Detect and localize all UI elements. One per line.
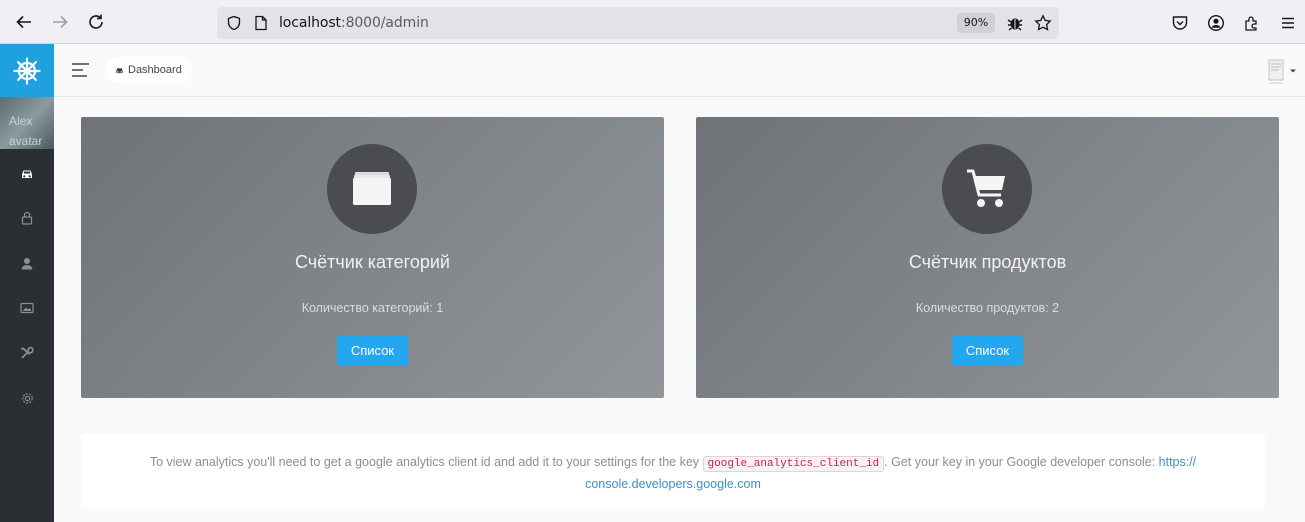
back-button[interactable] — [13, 11, 35, 33]
tools-icon — [20, 346, 34, 359]
image-icon — [20, 302, 34, 314]
settings-icon — [21, 392, 33, 404]
user-menu[interactable] — [1263, 57, 1299, 85]
extensions-icon[interactable] — [1243, 14, 1261, 32]
back-arrow-icon — [16, 15, 31, 29]
sidebar-item-users[interactable] — [17, 253, 37, 273]
sidebar-item-tools[interactable] — [17, 343, 37, 363]
user-avatar-icon — [1268, 59, 1284, 84]
lock-icon — [21, 211, 33, 225]
reload-icon — [89, 14, 103, 29]
category-counter-card: Счётчик категорий Количество категорий: … — [81, 117, 664, 398]
card-title: Счётчик продуктов — [908, 252, 1067, 272]
user-icon — [21, 257, 33, 269]
reload-button[interactable] — [85, 11, 107, 33]
sidebar-item-media[interactable] — [17, 298, 37, 318]
page-icon[interactable] — [254, 15, 268, 31]
breadcrumb-label: Dashboard — [128, 64, 182, 76]
card-description: Количество продуктов: 2 — [915, 301, 1060, 315]
sidebar-item-dashboard[interactable] — [17, 164, 37, 184]
notice-text-before: To view analytics you'll need to get a g… — [149, 455, 700, 469]
card-icon-circle — [942, 144, 1032, 234]
card-title: Счётчик категорий — [295, 252, 450, 272]
dashboard-icon — [22, 170, 32, 178]
breadcrumb[interactable]: Dashboard — [105, 57, 192, 83]
analytics-notice: To view analytics you'll need to get a g… — [81, 434, 1265, 509]
forward-arrow-icon — [53, 15, 68, 29]
card-icon-circle — [327, 144, 417, 234]
browser-toolbar: localhost:8000/admin 90% — [0, 0, 1305, 44]
url-path: :8000/admin — [340, 15, 429, 31]
url-bar[interactable]: localhost:8000/admin 90% — [217, 7, 1059, 39]
forward-button[interactable] — [49, 11, 71, 33]
hamburger-icon[interactable] — [71, 62, 91, 78]
sidebar: Alex avatar — [0, 44, 54, 522]
menu-icon[interactable] — [1279, 14, 1297, 32]
dashboard-icon — [116, 67, 123, 73]
notice-text-after: . Get your key in your Google developer … — [884, 455, 1156, 469]
bookmark-star-icon[interactable] — [1034, 14, 1052, 32]
helm-logo-icon — [13, 56, 41, 85]
shield-icon[interactable] — [226, 15, 242, 31]
account-icon[interactable] — [1207, 14, 1225, 32]
cart-icon — [967, 169, 1005, 207]
analytics-key-code: google_analytics_client_id — [702, 456, 885, 472]
sidebar-item-security[interactable] — [17, 208, 37, 228]
avatar-alt-text: Alex avatar — [9, 114, 43, 148]
pocket-icon[interactable] — [1171, 14, 1189, 32]
logo[interactable] — [0, 44, 54, 97]
folder-icon — [353, 172, 391, 205]
bug-icon[interactable] — [1006, 14, 1024, 32]
analytics-notice-text: To view analytics you'll need to get a g… — [101, 452, 1245, 494]
category-list-button[interactable]: Список — [337, 336, 408, 366]
product-counter-card: Счётчик продуктов Количество продуктов: … — [696, 117, 1279, 398]
sidebar-item-settings[interactable] — [17, 388, 37, 408]
avatar[interactable]: Alex avatar — [0, 97, 54, 149]
zoom-badge[interactable]: 90% — [957, 13, 995, 33]
product-list-button[interactable]: Список — [952, 336, 1023, 366]
url-host: localhost — [279, 15, 341, 31]
url-text[interactable]: localhost:8000/admin — [279, 15, 429, 31]
card-description: Количество категорий: 1 — [301, 301, 444, 315]
caret-down-icon — [1290, 69, 1296, 73]
app-header: Dashboard — [54, 44, 1305, 97]
